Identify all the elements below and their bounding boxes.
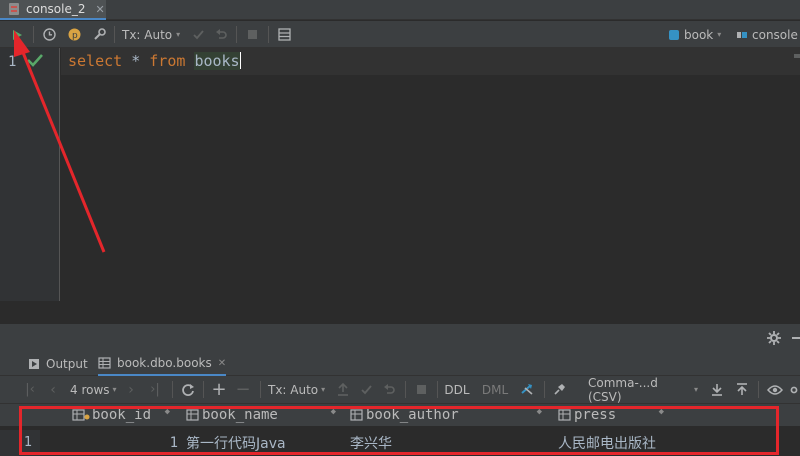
export-format-label: Comma-...d (CSV) — [588, 375, 658, 404]
first-page-icon: |‹ — [25, 382, 35, 397]
result-toolbar: |‹ ‹ 4 rows ▾ › ›| + − Tx: Auto ▾ DDL DM… — [0, 376, 800, 404]
close-icon[interactable]: ✕ — [218, 358, 226, 369]
tab-result[interactable]: book.dbo.books ✕ — [98, 352, 227, 376]
import-button[interactable] — [732, 376, 752, 403]
ddl-button[interactable]: DDL — [442, 376, 472, 403]
undo-icon — [383, 384, 395, 394]
ddl-label: DDL — [444, 382, 470, 397]
next-page-icon: › — [128, 381, 134, 398]
rollback-button — [380, 376, 398, 403]
add-row-button[interactable]: + — [209, 376, 229, 403]
stop-button — [412, 376, 430, 403]
gear-icon[interactable] — [788, 376, 800, 403]
editor-bottom-area — [0, 301, 800, 324]
eye-icon — [767, 384, 783, 395]
dml-label: DML — [481, 382, 509, 397]
refresh-icon — [182, 383, 194, 396]
rows-label: 4 rows — [70, 382, 110, 397]
compare-button[interactable] — [516, 376, 540, 403]
pin-button[interactable] — [549, 376, 569, 403]
export-format-dropdown[interactable]: Comma-...d (CSV) ▾ — [588, 375, 698, 404]
result-tx-label: Tx: Auto — [268, 382, 319, 397]
services-header — [0, 324, 800, 352]
upload-icon — [338, 383, 348, 396]
services-tabs: Output book.dbo.books ✕ — [0, 352, 800, 376]
check-icon — [360, 385, 372, 395]
output-icon — [29, 359, 39, 369]
stop-icon — [416, 385, 426, 394]
last-page-icon: ›| — [150, 382, 160, 397]
highlight-box — [19, 406, 779, 455]
table-icon — [98, 357, 111, 369]
upload-icon — [737, 383, 747, 395]
result-tab-label: book.dbo.books — [117, 356, 212, 370]
refresh-button[interactable] — [178, 376, 198, 403]
chevron-down-icon: ▾ — [321, 385, 326, 394]
chevron-down-icon: ▾ — [112, 385, 117, 394]
view-button[interactable] — [764, 376, 786, 403]
tab-output[interactable]: Output — [28, 352, 88, 376]
chevron-down-icon: ▾ — [693, 385, 698, 394]
export-button[interactable] — [707, 376, 727, 403]
result-tx-dropdown[interactable]: Tx: Auto ▾ — [268, 376, 330, 403]
output-tab-label: Output — [46, 357, 88, 371]
commit-button — [357, 376, 375, 403]
submit-button — [334, 376, 352, 403]
prev-page-icon: ‹ — [50, 381, 56, 398]
gear-icon[interactable] — [766, 330, 782, 346]
minimize-icon[interactable] — [792, 337, 800, 339]
compare-arrows-icon — [521, 383, 533, 395]
dml-button: DML — [480, 376, 510, 403]
pin-icon — [553, 384, 565, 395]
download-icon — [712, 384, 722, 396]
delete-row-button: − — [235, 379, 251, 400]
page-size-dropdown[interactable]: 4 rows ▾ — [70, 376, 126, 403]
